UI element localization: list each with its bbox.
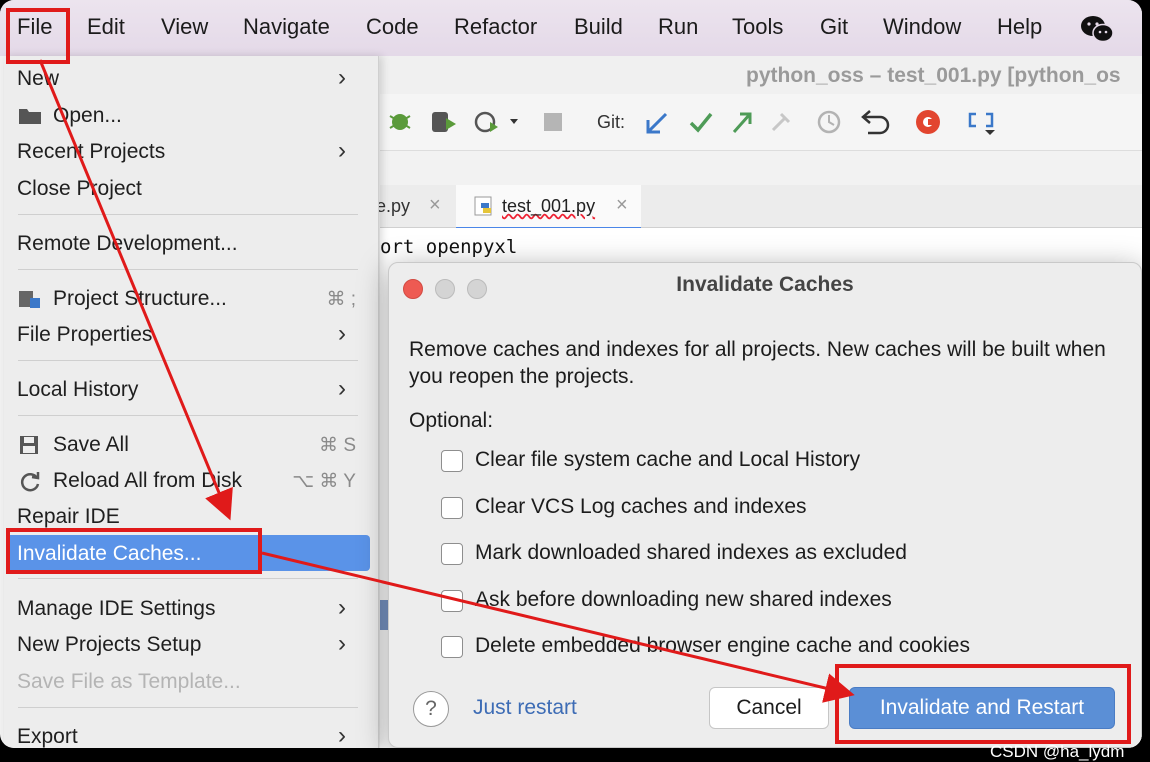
screen: File Edit View Navigate Code Refactor Bu… [0, 0, 1142, 748]
watermark: CSDN @ha_lydm [990, 742, 1125, 761]
arrow-file-to-invalidate [38, 59, 233, 521]
annotation-arrows [38, 59, 855, 703]
arrow-invalidate-to-restart [261, 551, 855, 703]
